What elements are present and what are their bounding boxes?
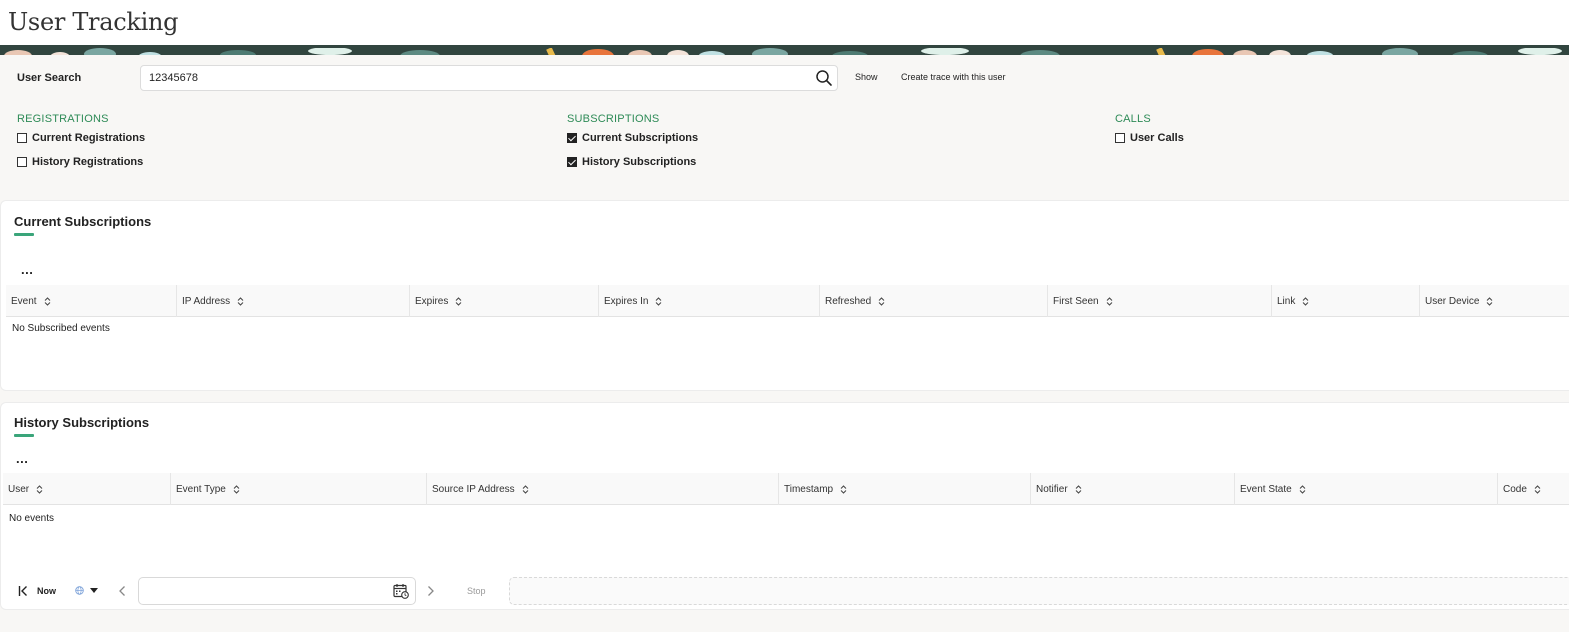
sort-icon[interactable] <box>44 296 51 306</box>
sort-icon[interactable] <box>878 296 885 306</box>
column-header-notifier[interactable]: Notifier <box>1030 473 1234 505</box>
column-label: Expires In <box>604 295 649 307</box>
calendar-icon[interactable] <box>393 583 409 599</box>
subscriptions-group-title: SUBSCRIPTIONS <box>567 113 660 125</box>
column-label: IP Address <box>182 295 231 307</box>
checkbox-box-checked[interactable] <box>567 133 577 143</box>
checkbox-label: History Subscriptions <box>582 156 697 168</box>
column-header-event-state[interactable]: Event State <box>1234 473 1497 505</box>
column-label: Link <box>1277 295 1296 307</box>
empty-table-message: No events <box>9 513 55 524</box>
more-options-button[interactable]: ... <box>21 262 33 277</box>
checkbox-label: Current Subscriptions <box>582 132 699 144</box>
column-label: Event Type <box>176 483 226 495</box>
user-calls-checkbox[interactable]: User Calls <box>1115 132 1184 144</box>
sort-icon[interactable] <box>1075 484 1082 494</box>
banner-pattern <box>0 47 1569 55</box>
column-label: Expires <box>415 295 449 307</box>
date-time-input[interactable] <box>138 577 416 605</box>
column-label: Event State <box>1240 483 1292 495</box>
sort-icon[interactable] <box>840 484 847 494</box>
user-search-row: User Search 12345678 Show Create trace w… <box>0 60 1569 96</box>
sort-icon[interactable] <box>233 484 240 494</box>
column-header-refreshed[interactable]: Refreshed <box>819 285 1047 317</box>
column-header-user-device[interactable]: User Device <box>1419 285 1569 317</box>
table-header: Event IP Address Expires Expires In Refr… <box>6 285 1569 317</box>
column-header-event[interactable]: Event <box>6 285 176 317</box>
globe-icon[interactable] <box>75 586 84 595</box>
column-header-source-ip-address[interactable]: Source IP Address <box>426 473 778 505</box>
column-label: User Device <box>1425 295 1480 307</box>
column-label: Code <box>1503 483 1527 495</box>
empty-table-message: No Subscribed events <box>12 323 110 334</box>
column-label: First Seen <box>1053 295 1099 307</box>
registrations-group-title: REGISTRATIONS <box>17 113 109 125</box>
sort-icon[interactable] <box>655 296 662 306</box>
column-header-expires[interactable]: Expires <box>409 285 598 317</box>
page-title: User Tracking <box>8 8 179 36</box>
user-search-label: User Search <box>17 72 82 84</box>
time-navigation-toolbar: Now Stop <box>0 576 1569 606</box>
sort-icon[interactable] <box>455 296 462 306</box>
checkbox-label: Current Registrations <box>32 132 146 144</box>
history-subscriptions-checkbox[interactable]: History Subscriptions <box>567 156 696 168</box>
checkbox-box[interactable] <box>1115 133 1125 143</box>
history-registrations-checkbox[interactable]: History Registrations <box>17 156 143 168</box>
column-label: Timestamp <box>784 483 834 495</box>
show-button[interactable]: Show <box>855 72 878 82</box>
sort-icon[interactable] <box>522 484 529 494</box>
sort-icon[interactable] <box>237 296 244 306</box>
checkbox-label: History Registrations <box>32 156 144 168</box>
panel-title-underline <box>14 233 34 236</box>
column-header-event-type[interactable]: Event Type <box>170 473 426 505</box>
sort-icon[interactable] <box>36 484 43 494</box>
column-header-first-seen[interactable]: First Seen <box>1047 285 1271 317</box>
column-label: Refreshed <box>825 295 872 307</box>
skip-to-first-icon[interactable] <box>18 585 28 597</box>
user-search-value: 12345678 <box>149 72 198 84</box>
column-label: User <box>8 483 30 495</box>
sort-icon[interactable] <box>1299 484 1306 494</box>
user-search-input[interactable]: 12345678 <box>140 65 838 91</box>
sort-icon[interactable] <box>1302 296 1309 306</box>
create-trace-button[interactable]: Create trace with this user <box>901 72 1006 82</box>
sort-icon[interactable] <box>1106 296 1113 306</box>
checkbox-box[interactable] <box>17 133 27 143</box>
chevron-right-icon[interactable] <box>427 585 435 597</box>
checkbox-box[interactable] <box>17 157 27 167</box>
sort-icon[interactable] <box>1534 484 1541 494</box>
timeline-track[interactable] <box>509 577 1569 605</box>
panel-title: History Subscriptions <box>14 415 150 430</box>
current-subscriptions-checkbox[interactable]: Current Subscriptions <box>567 132 698 144</box>
stop-button[interactable]: Stop <box>467 586 486 596</box>
title-bar: User Tracking <box>0 0 1569 46</box>
column-header-expires-in[interactable]: Expires In <box>598 285 819 317</box>
current-registrations-checkbox[interactable]: Current Registrations <box>17 132 145 144</box>
column-label: Notifier <box>1036 483 1068 495</box>
now-button[interactable]: Now <box>37 586 56 596</box>
checkbox-box-checked[interactable] <box>567 157 577 167</box>
panel-title: Current Subscriptions <box>14 214 152 229</box>
checkbox-label: User Calls <box>1130 132 1184 144</box>
panel-title-underline <box>14 434 34 437</box>
column-header-code[interactable]: Code <box>1497 473 1569 505</box>
chevron-down-icon[interactable] <box>90 588 98 593</box>
column-label: Source IP Address <box>432 483 515 495</box>
current-subscriptions-panel: Current Subscriptions ... Event IP Addre… <box>0 200 1569 391</box>
column-header-timestamp[interactable]: Timestamp <box>778 473 1030 505</box>
search-icon[interactable] <box>815 69 833 87</box>
chevron-left-icon[interactable] <box>118 585 126 597</box>
column-header-ip-address[interactable]: IP Address <box>176 285 409 317</box>
column-header-link[interactable]: Link <box>1271 285 1419 317</box>
calls-group-title: CALLS <box>1115 113 1151 125</box>
more-options-button[interactable]: ... <box>16 451 28 466</box>
decorative-banner <box>0 45 1569 55</box>
sort-icon[interactable] <box>1486 296 1493 306</box>
column-header-user[interactable]: User <box>3 473 170 505</box>
table-header: User Event Type Source IP Address Timest… <box>3 473 1569 505</box>
column-label: Event <box>11 295 37 307</box>
